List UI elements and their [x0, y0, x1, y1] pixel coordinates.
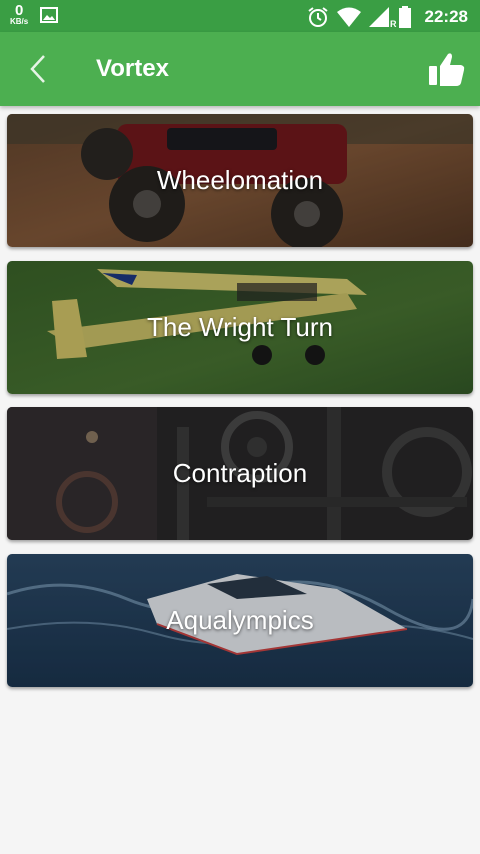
image-icon — [40, 6, 59, 23]
app-bar: Vortex — [0, 32, 480, 106]
event-card-wheelomation[interactable]: Wheelomation — [7, 114, 473, 247]
event-card-label: The Wright Turn — [147, 312, 333, 342]
event-card-the-wright-turn[interactable]: The Wright Turn — [7, 261, 473, 394]
like-button[interactable] — [428, 50, 466, 88]
event-card-label: Contraption — [172, 458, 308, 488]
thumbs-up-icon — [429, 53, 465, 86]
roaming-indicator: R — [390, 19, 397, 29]
status-bar: 0 KB/s R 22:28 — [0, 0, 480, 32]
event-card-aqualympics[interactable]: Aqualympics — [7, 554, 473, 687]
event-card-contraption[interactable]: Contraption — [7, 407, 473, 540]
event-card-label: Wheelomation — [156, 165, 324, 195]
signal-strength: R — [368, 7, 397, 29]
signal-icon — [368, 7, 389, 27]
battery-icon — [398, 6, 411, 28]
network-speed-unit: KB/s — [10, 17, 29, 26]
page-title: Vortex — [96, 55, 169, 82]
event-card-label: Aqualympics — [166, 605, 314, 635]
alarm-icon — [307, 7, 328, 27]
back-button[interactable] — [24, 52, 54, 86]
network-speed: 0 KB/s — [10, 3, 28, 26]
wifi-icon — [336, 7, 361, 27]
network-speed-value: 0 — [14, 2, 24, 19]
chevron-left-icon — [30, 55, 45, 83]
clock: 22:28 — [424, 7, 468, 26]
